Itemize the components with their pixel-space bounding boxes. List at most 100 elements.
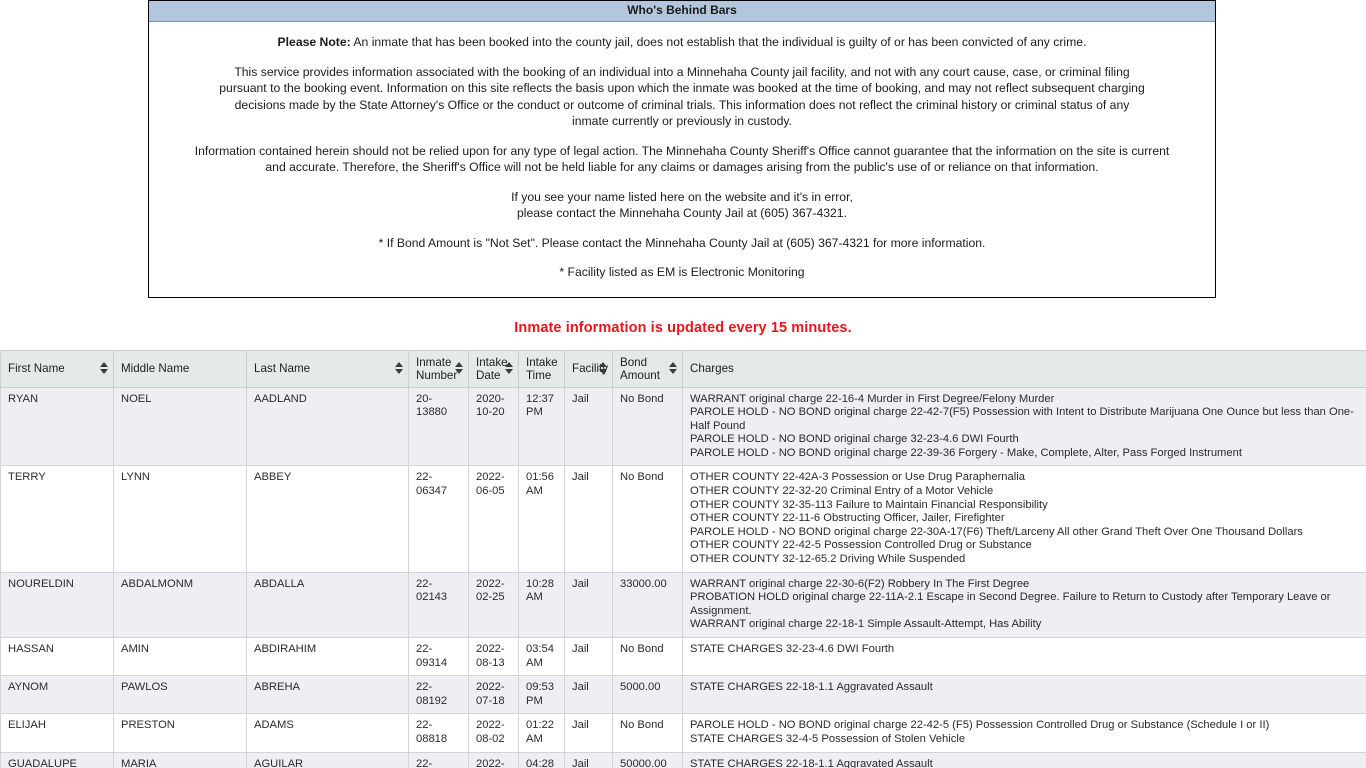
- charge-line: PAROLE HOLD - NO BOND original charge 22…: [690, 406, 1354, 432]
- table-body: RYAN NOEL AADLAND 20-13880 2020-10-20 12:37 P…: [0, 386, 1366, 768]
- table-row[interactable]: AYNOM PAWLOS ABREHA 22-08192 2022-07-18 09:53…: [0, 675, 1366, 715]
- cell-last-name: ABDALLA: [246, 571, 409, 639]
- column-header-last-name[interactable]: Last Name: [246, 349, 409, 388]
- table-row[interactable]: GUADALUPEMARIAAGUILAR22-059162022-05-250…: [0, 751, 1366, 768]
- page-title: Who's Behind Bars: [149, 1, 1215, 22]
- sort-toggle-icon[interactable]: [668, 361, 677, 376]
- column-header-intake-date[interactable]: Intake Date: [468, 349, 519, 388]
- notice-panel: Who's Behind Bars Please Note: An inmate…: [148, 0, 1216, 298]
- cell-intake-time: 04:28 AM: [518, 751, 565, 768]
- column-header-label: Last Name: [254, 362, 311, 375]
- cell-inmate-number: 22-02143: [408, 571, 469, 639]
- cell-charges: WARRANT original charge 22-30-6(F2) Robb…: [682, 571, 1366, 639]
- bond-note-paragraph: * If Bond Amount is "Not Set". Please co…: [378, 235, 986, 250]
- cell-intake-date: 2022-02-25: [468, 571, 519, 639]
- cell-last-name: ABDIRAHIM: [246, 636, 409, 677]
- cell-facility: Jail: [564, 675, 613, 715]
- charge-line: WARRANT original charge 22-18-1 Simple A…: [690, 618, 1042, 631]
- cell-intake-time: 10:28 AM: [518, 571, 565, 639]
- column-header-facility[interactable]: Facility: [564, 349, 613, 388]
- sort-toggle-icon[interactable]: [394, 361, 403, 376]
- em-note-paragraph: * Facility listed as EM is Electronic Mo…: [559, 265, 805, 279]
- service-description-paragraph: This service provides information associ…: [219, 64, 1145, 129]
- cell-facility: Jail: [564, 751, 613, 768]
- cell-last-name: AGUILAR: [246, 751, 409, 768]
- notice-body: Please Note: An inmate that has been boo…: [149, 22, 1215, 297]
- table-row[interactable]: ELIJAH PRESTON ADAMS 22-08818 2022-08-02 01:2…: [0, 713, 1366, 753]
- cell-facility: Jail: [564, 636, 613, 677]
- column-header-label: Intake Time: [526, 355, 558, 382]
- column-header-intake-time: Intake Time: [518, 349, 565, 388]
- sort-toggle-icon[interactable]: [504, 361, 513, 376]
- cell-inmate-number: 22-09314: [408, 636, 469, 677]
- charge-line: STATE CHARGES 32-23-4.6 DWI Fourth: [690, 643, 895, 655]
- cell-intake-date: 2020-10-20: [468, 386, 519, 467]
- cell-facility: Jail: [564, 465, 613, 573]
- charge-line: PAROLE HOLD - NO BOND original charge 22…: [690, 719, 1270, 732]
- cell-bond-amount: 50000.00: [612, 751, 683, 768]
- cell-intake-time: 12:37 PM: [518, 386, 565, 467]
- cell-first-name: AYNOM: [0, 675, 114, 715]
- cell-intake-date: 2022-05-25: [468, 751, 519, 768]
- cell-bond-amount: 33000.00: [612, 571, 683, 639]
- charge-line: WARRANT original charge 22-16-4 Murder i…: [690, 392, 1055, 405]
- cell-charges: OTHER COUNTY 22-42A-3 Possession or Use …: [682, 465, 1366, 573]
- cell-facility: Jail: [564, 386, 613, 467]
- cell-inmate-number: 22-08818: [408, 713, 469, 753]
- cell-intake-time: 01:56 AM: [518, 465, 565, 573]
- table-row[interactable]: RYAN NOEL AADLAND 20-13880 2020-10-20 12:37 P…: [0, 386, 1366, 467]
- cell-bond-amount: No Bond: [612, 636, 683, 677]
- cell-first-name: TERRY: [0, 465, 114, 573]
- error-contact-line-2: please contact the Minnehaha County Jail…: [517, 206, 847, 220]
- charge-line: PAROLE HOLD - NO BOND original charge 32…: [690, 433, 1019, 446]
- column-header-label: Charges: [690, 362, 734, 375]
- table-row[interactable]: NOURELDIN ABDALMONM ABDALLA 22-02143 2022-02…: [0, 571, 1366, 639]
- cell-last-name: ABREHA: [246, 675, 409, 715]
- column-header-inmate-number[interactable]: Inmate Number: [408, 349, 469, 388]
- charge-line: OTHER COUNTY 32-12-65.2 Driving While Su…: [690, 553, 966, 566]
- cell-first-name: GUADALUPE: [0, 751, 114, 768]
- cell-charges: STATE CHARGES 22-18-1.1 Aggravated Assau…: [682, 751, 1366, 768]
- cell-inmate-number: 22-08192: [408, 675, 469, 715]
- cell-bond-amount: No Bond: [612, 386, 683, 467]
- cell-last-name: ABBEY: [246, 465, 409, 573]
- column-header-first-name[interactable]: First Name: [0, 349, 114, 388]
- charge-line: OTHER COUNTY 22-42A-3 Possession or Use …: [690, 471, 1025, 484]
- sort-toggle-icon[interactable]: [454, 361, 463, 376]
- table-header-row: First Name Middle Name Last Name Inmate Num…: [0, 349, 1366, 388]
- cell-last-name: ADAMS: [246, 713, 409, 753]
- inmate-table-container: First Name Middle Name Last Name Inmate Num…: [0, 349, 1366, 768]
- column-header-label: First Name: [8, 362, 65, 375]
- charge-line: STATE CHARGES 32-4-5 Possession of Stole…: [690, 732, 966, 745]
- cell-first-name: ELIJAH: [0, 713, 114, 753]
- cell-charges: WARRANT original charge 22-16-4 Murder i…: [682, 386, 1366, 467]
- table-row[interactable]: TERRY LYNN ABBEY 22-06347 2022-06-05 01:56 AM…: [0, 465, 1366, 573]
- cell-middle-name: ABDALMONM: [113, 571, 247, 639]
- sort-toggle-icon[interactable]: [598, 361, 607, 376]
- cell-bond-amount: No Bond: [612, 465, 683, 573]
- table-row[interactable]: HASSAN AMIN ABDIRAHIM 22-09314 2022-08-13 03:…: [0, 636, 1366, 677]
- cell-middle-name: LYNN: [113, 465, 247, 573]
- cell-middle-name: MARIA: [113, 751, 247, 768]
- charge-line: PAROLE HOLD - NO BOND original charge 22…: [690, 525, 1303, 538]
- cell-facility: Jail: [564, 713, 613, 753]
- column-header-middle-name: Middle Name: [113, 349, 247, 388]
- column-header-charges: Charges: [682, 349, 1366, 388]
- column-header-label: Middle Name: [121, 362, 190, 375]
- cell-inmate-number: 20-13880: [408, 386, 469, 467]
- charge-line: STATE CHARGES 22-18-1.1 Aggravated Assau…: [690, 757, 933, 768]
- column-header-bond-amount[interactable]: Bond Amount: [612, 349, 683, 388]
- charge-line: OTHER COUNTY 22-32-20 Criminal Entry of …: [690, 485, 994, 498]
- cell-inmate-number: 22-05916: [408, 751, 469, 768]
- inmate-table: First Name Middle Name Last Name Inmate Num…: [0, 349, 1366, 768]
- cell-facility: Jail: [564, 571, 613, 639]
- cell-intake-date: 2022-07-18: [468, 675, 519, 715]
- charge-line: OTHER COUNTY 22-42-5 Possession Controll…: [690, 539, 1032, 552]
- cell-bond-amount: No Bond: [612, 713, 683, 753]
- liability-paragraph: Information contained herein should not …: [194, 143, 1170, 175]
- cell-first-name: RYAN: [0, 386, 114, 467]
- cell-intake-date: 2022-06-05: [468, 465, 519, 573]
- sort-toggle-icon[interactable]: [99, 361, 108, 376]
- cell-first-name: NOURELDIN: [0, 571, 114, 639]
- charge-line: PAROLE HOLD - NO BOND original charge 22…: [690, 446, 1242, 459]
